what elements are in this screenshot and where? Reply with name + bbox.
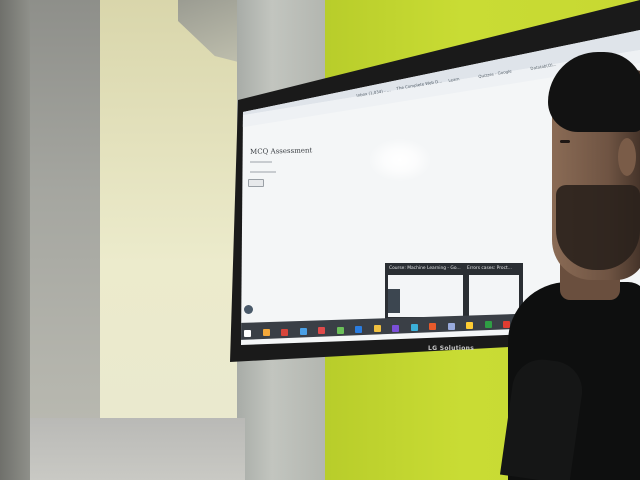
taskbar-preview[interactable]: Course: Machine Learning - Go... Errors … (385, 263, 523, 321)
person-ear (618, 138, 636, 176)
person-eye (560, 140, 570, 143)
thumbnail-panel (388, 289, 400, 313)
preview-title: Course: Machine Learning - Go... (389, 266, 461, 271)
taskbar-app-icon[interactable] (373, 325, 381, 333)
cream-wall (100, 0, 250, 480)
preview-title: Errors cases: Proct... (467, 266, 512, 271)
lower-wall (30, 418, 245, 480)
taskbar-app-icon[interactable] (355, 325, 362, 333)
submit-button[interactable] (248, 179, 264, 187)
taskbar-app-icon[interactable] (318, 327, 325, 335)
photo-scene: Inbox (1,034) - ... The Complete Web D..… (0, 0, 640, 480)
taskbar-app-icon[interactable] (336, 326, 344, 334)
text-line (250, 161, 272, 163)
taskbar-app-icon[interactable] (429, 323, 436, 331)
taskbar-app-icon[interactable] (466, 322, 473, 330)
taskbar-app-icon[interactable] (244, 329, 251, 337)
taskbar-app-icon[interactable] (281, 328, 288, 336)
person-beard (556, 185, 640, 270)
monitor-brand: LG Solutions (428, 345, 475, 352)
left-wall-edge (0, 0, 30, 480)
taskbar-app-icon[interactable] (410, 323, 418, 331)
taskbar-app-icon[interactable] (262, 329, 270, 337)
taskbar-app-icon[interactable] (299, 327, 307, 335)
taskbar-app-icon[interactable] (447, 322, 455, 330)
preview-thumbnail[interactable] (388, 275, 463, 317)
light-glare (368, 138, 432, 182)
page-title: MCQ Assessment (250, 146, 313, 156)
text-line (250, 171, 276, 173)
taskbar-app-icon[interactable] (484, 321, 492, 329)
taskbar-app-icon[interactable] (392, 324, 399, 332)
floating-action-icon[interactable] (244, 305, 253, 314)
preview-thumbnail[interactable] (469, 275, 519, 317)
